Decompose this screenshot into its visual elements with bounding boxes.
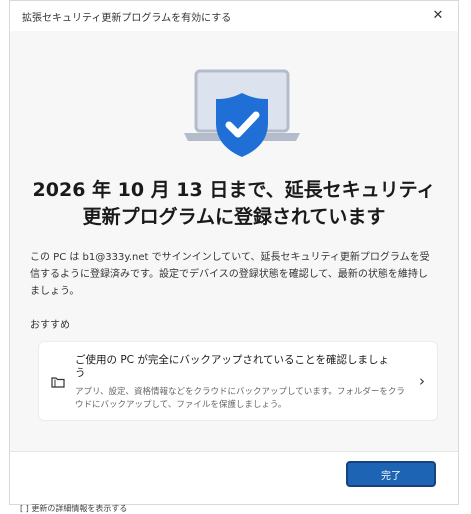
card-description: アプリ、設定、資格情報などをクラウドにバックアップしています。フォルダーをクラウ… xyxy=(75,387,405,410)
window-title: 拡張セキュリティ更新プログラムを有効にする xyxy=(22,13,232,24)
page-title: 2026 年 10 月 13 日まで、延長セキュリティ更新プログラムに登録されて… xyxy=(32,179,436,228)
recommended-label: おすすめ xyxy=(30,320,70,331)
backup-recommendation-card[interactable]: ご使用の PC が完全にバックアップされていることを確認しましょう アプリ、設定… xyxy=(38,341,438,421)
description-text: この PC は b1@333y.net でサインインしていて、延長セキュリティ更… xyxy=(30,252,430,297)
close-icon: ✕ xyxy=(432,7,444,23)
backup-folder-icon xyxy=(51,377,65,388)
done-button[interactable]: 完了 xyxy=(346,461,436,487)
card-title: ご使用の PC が完全にバックアップされていることを確認しましょう xyxy=(75,354,390,379)
dialog-footer: 完了 xyxy=(10,451,458,504)
background-checkbox-text: [ ] 更新の詳細情報を表示する xyxy=(20,504,128,513)
chevron-right-icon: › xyxy=(419,372,425,390)
close-button[interactable]: ✕ xyxy=(426,5,450,25)
esu-dialog: 拡張セキュリティ更新プログラムを有効にする ✕ 2026 年 10 月 13 日… xyxy=(9,0,459,505)
laptop-shield-check-icon xyxy=(184,69,300,157)
title-bar: 拡張セキュリティ更新プログラムを有効にする ✕ xyxy=(10,1,458,31)
dialog-content: 2026 年 10 月 13 日まで、延長セキュリティ更新プログラムに登録されて… xyxy=(10,31,458,451)
